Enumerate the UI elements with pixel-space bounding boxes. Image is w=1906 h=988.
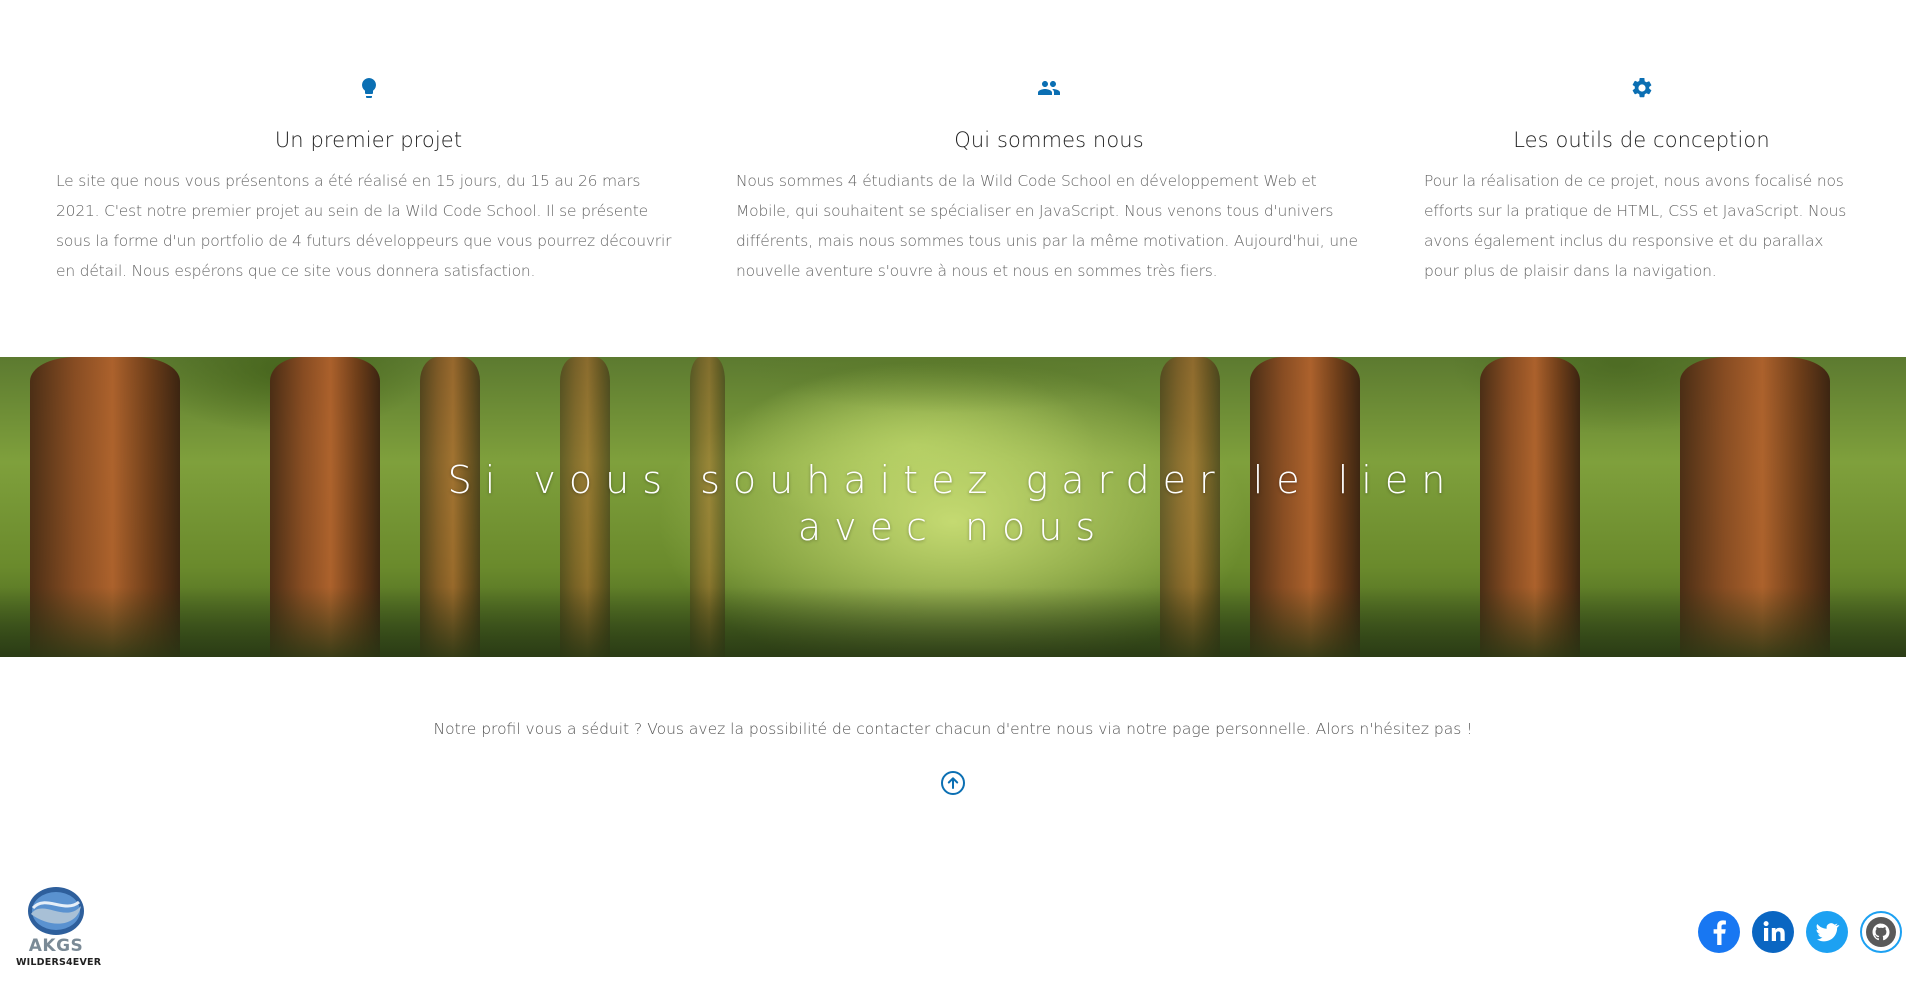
facebook-link[interactable] (1698, 911, 1740, 953)
gear-icon (1632, 77, 1651, 98)
contact-text: Notre profil vous a séduit ? Vous avez l… (433, 720, 1473, 738)
logo-mark-icon (28, 887, 84, 935)
arrow-up-circle-icon[interactable] (940, 770, 966, 796)
feature-text: Le site que nous vous présentons a été r… (56, 172, 672, 280)
feature-text: Nous sommes 4 étudiants de la Wild Code … (736, 172, 1358, 280)
feature-title: Les outils de conception (1513, 128, 1770, 152)
github-link[interactable] (1860, 911, 1902, 953)
feature-title: Qui sommes nous (954, 128, 1144, 152)
linkedin-link[interactable] (1752, 911, 1794, 953)
features-section: Un premier projet Le site que nous vous … (0, 0, 1906, 357)
twitter-icon (1816, 923, 1840, 942)
parallax-banner: Si vous souhaitez garder le lien avec no… (0, 357, 1906, 657)
social-links (1698, 911, 1902, 953)
logo-brand: AKGS (28, 936, 84, 956)
feature-first-project: Un premier projet Le site que nous vous … (56, 76, 681, 286)
facebook-icon (1713, 920, 1726, 945)
github-icon (1866, 917, 1896, 947)
feature-text: Pour la réalisation de ce projet, nous a… (1424, 172, 1847, 280)
page: Un premier projet Le site que nous vous … (0, 0, 1906, 988)
feature-who-we-are: Qui sommes nous Nous sommes 4 étudiants … (736, 76, 1362, 286)
logo[interactable]: AKGS WILDERS4EVER (16, 884, 102, 978)
logo-tagline: WILDERS4EVER (16, 957, 102, 968)
people-icon (1038, 81, 1060, 95)
feature-design-tools: Les outils de conception Pour la réalisa… (1424, 76, 1859, 286)
feature-title: Un premier projet (274, 128, 463, 152)
lightbulb-icon (361, 78, 376, 98)
banner-heading: Si vous souhaitez garder le lien avec no… (447, 458, 1459, 549)
twitter-link[interactable] (1806, 911, 1848, 953)
linkedin-icon (1763, 921, 1785, 941)
forest-ground (0, 587, 1906, 657)
